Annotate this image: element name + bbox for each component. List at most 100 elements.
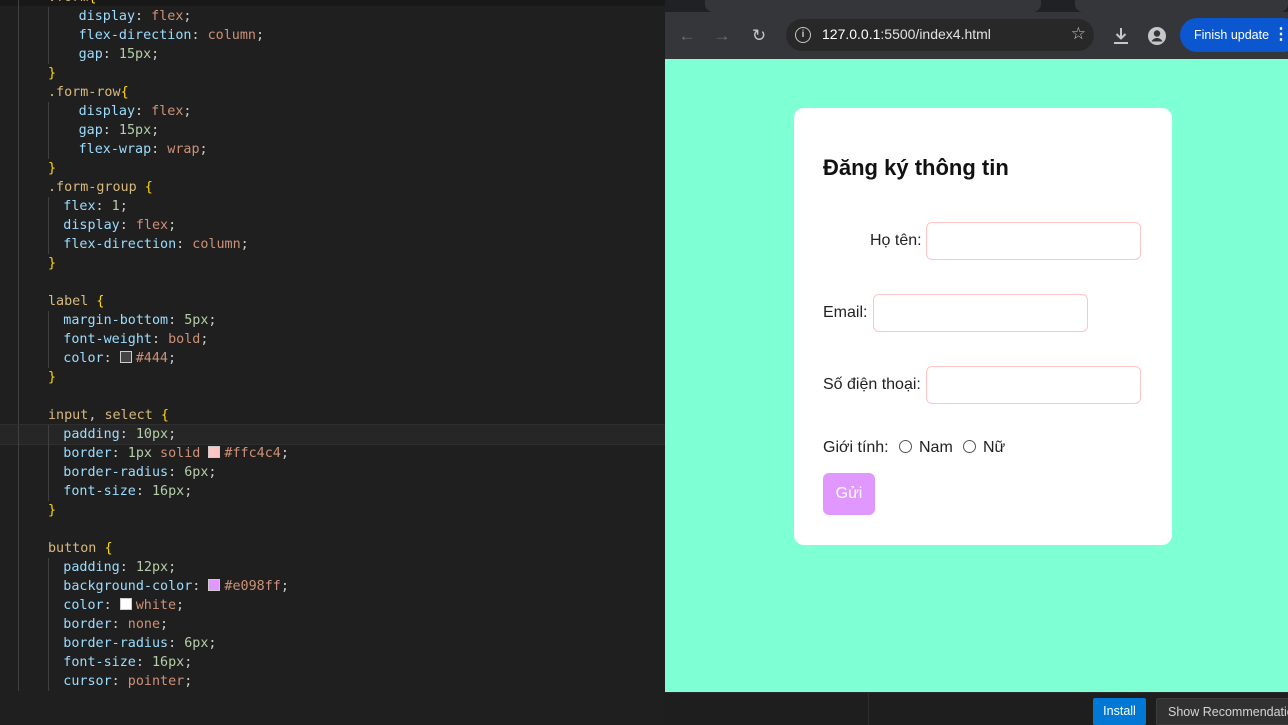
indent-guide xyxy=(18,159,19,178)
indent-guide xyxy=(18,406,19,425)
code-line[interactable]: input, select { xyxy=(0,406,665,425)
browser-tab[interactable] xyxy=(1075,0,1288,12)
indent-guide xyxy=(48,216,49,235)
code-line[interactable]: border: none; xyxy=(0,615,665,634)
gender-female-radio[interactable] xyxy=(963,440,976,453)
code-line[interactable]: } xyxy=(0,368,665,387)
code-text: display: flex; xyxy=(63,218,177,233)
code-text: border-radius: 6px; xyxy=(63,636,217,651)
profile-icon[interactable] xyxy=(1145,24,1169,48)
submit-button[interactable]: Gửi xyxy=(823,473,875,515)
panel-divider xyxy=(868,693,869,725)
indent-guide xyxy=(18,653,19,672)
indent-guide xyxy=(18,216,19,235)
code-text: } xyxy=(48,66,57,81)
code-line[interactable]: .form{ xyxy=(0,0,665,7)
code-line[interactable]: border-radius: 6px; xyxy=(0,463,665,482)
code-line[interactable]: flex-direction: column; xyxy=(0,235,665,254)
indent-guide xyxy=(48,235,49,254)
code-line[interactable]: border: 1px solid #ffc4c4; xyxy=(0,444,665,463)
code-editor[interactable]: .form{display: flex; flex-direction: colu… xyxy=(0,0,665,724)
code-line[interactable]: display: flex; xyxy=(0,216,665,235)
address-bar[interactable]: i 127.0.0.1:5500/index4.html ☆ xyxy=(786,19,1094,51)
email-label: Email: xyxy=(823,304,868,321)
phone-input[interactable] xyxy=(926,366,1141,404)
code-text: button { xyxy=(48,541,113,556)
code-line[interactable]: gap: 15px; xyxy=(0,45,665,64)
gender-male-radio[interactable] xyxy=(899,440,912,453)
indent-guide xyxy=(18,482,19,501)
indent-guide xyxy=(18,615,19,634)
indent-guide xyxy=(48,121,49,140)
star-icon[interactable]: ☆ xyxy=(1071,24,1086,44)
code-text: border: none; xyxy=(63,617,169,632)
code-line[interactable]: gap: 15px; xyxy=(0,121,665,140)
code-text: flex-direction: column; xyxy=(78,28,265,43)
finish-update-button[interactable]: Finish update ⋮ xyxy=(1180,18,1288,52)
code-text: gap: 15px; xyxy=(78,47,160,62)
code-line[interactable] xyxy=(0,520,665,539)
browser-toolbar: ← → ↻ i 127.0.0.1:5500/index4.html ☆ Fin… xyxy=(665,12,1288,59)
code-line[interactable]: } xyxy=(0,501,665,520)
gender-male-label[interactable]: Nam xyxy=(919,439,953,457)
download-icon[interactable] xyxy=(1109,24,1133,48)
indent-guide xyxy=(48,672,49,691)
code-line[interactable]: } xyxy=(0,254,665,273)
code-line[interactable]: font-weight: bold; xyxy=(0,330,665,349)
code-line[interactable]: background-color: #e098ff; xyxy=(0,577,665,596)
code-line[interactable]: font-size: 16px; xyxy=(0,653,665,672)
browser-window: ← → ↻ i 127.0.0.1:5500/index4.html ☆ Fin… xyxy=(665,0,1288,692)
code-line[interactable]: padding: 12px; xyxy=(0,558,665,577)
code-line[interactable]: display: flex; xyxy=(0,7,665,26)
indent-guide xyxy=(48,634,49,653)
indent-guide xyxy=(18,634,19,653)
indent-guide xyxy=(48,26,49,45)
code-line[interactable]: display: flex; xyxy=(0,102,665,121)
code-line[interactable] xyxy=(0,387,665,406)
code-text: flex: 1; xyxy=(63,199,128,214)
code-lines[interactable]: .form{display: flex; flex-direction: colu… xyxy=(0,0,665,691)
indent-guide xyxy=(48,102,49,121)
code-line[interactable]: font-size: 16px; xyxy=(0,482,665,501)
code-line[interactable]: } xyxy=(0,159,665,178)
arrow-right-icon[interactable]: → xyxy=(710,24,734,48)
browser-tab[interactable] xyxy=(705,0,1041,12)
indent-guide xyxy=(18,0,19,7)
code-text: color: white; xyxy=(63,598,185,613)
code-line[interactable]: .form-group { xyxy=(0,178,665,197)
code-line[interactable]: flex-direction: column; xyxy=(0,26,665,45)
code-line[interactable]: } xyxy=(0,64,665,83)
email-input[interactable] xyxy=(873,294,1088,332)
url-text[interactable]: 127.0.0.1:5500/index4.html xyxy=(822,26,991,42)
code-line[interactable]: label { xyxy=(0,292,665,311)
code-line[interactable]: color: white; xyxy=(0,596,665,615)
indent-guide xyxy=(48,140,49,159)
code-line[interactable] xyxy=(0,273,665,292)
code-line[interactable]: color: #444; xyxy=(0,349,665,368)
reload-icon[interactable]: ↻ xyxy=(747,24,771,48)
code-line[interactable]: cursor: pointer; xyxy=(0,672,665,691)
indent-guide xyxy=(18,83,19,102)
code-line[interactable]: flex: 1; xyxy=(0,197,665,216)
code-line[interactable]: border-radius: 6px; xyxy=(0,634,665,653)
arrow-left-icon[interactable]: ← xyxy=(675,24,699,48)
code-line[interactable]: flex-wrap: wrap; xyxy=(0,140,665,159)
install-button[interactable]: Install xyxy=(1093,698,1146,725)
indent-guide xyxy=(18,387,19,406)
code-line[interactable]: button { xyxy=(0,539,665,558)
indent-guide xyxy=(18,45,19,64)
info-icon[interactable]: i xyxy=(795,27,811,43)
indent-guide xyxy=(18,349,19,368)
gender-female-label[interactable]: Nữ xyxy=(983,439,1005,457)
indent-guide xyxy=(18,197,19,216)
code-text: color: #444; xyxy=(63,351,177,366)
indent-guide xyxy=(18,463,19,482)
code-text: margin-bottom: 5px; xyxy=(63,313,217,328)
code-line[interactable]: margin-bottom: 5px; xyxy=(0,311,665,330)
name-input[interactable] xyxy=(926,222,1141,260)
show-recommendations-button[interactable]: Show Recommendations xyxy=(1156,698,1288,725)
code-text: font-size: 16px; xyxy=(63,484,193,499)
more-vertical-icon[interactable]: ⋮ xyxy=(1273,18,1288,52)
code-line[interactable]: padding: 10px; xyxy=(0,424,665,445)
code-line[interactable]: .form-row{ xyxy=(0,83,665,102)
